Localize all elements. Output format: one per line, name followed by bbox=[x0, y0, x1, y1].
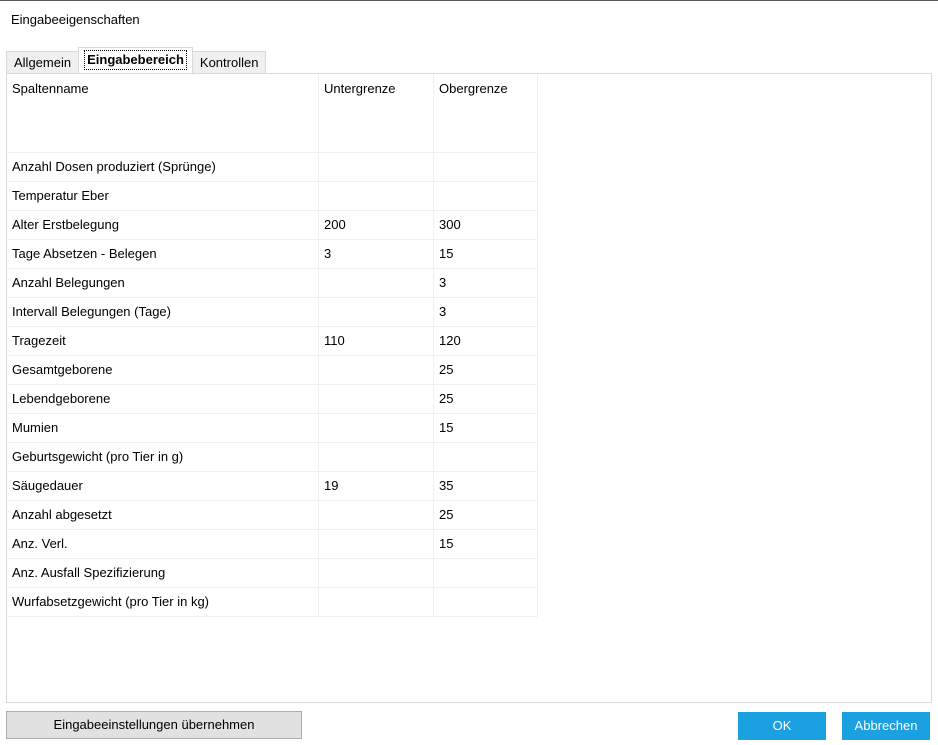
cell-obergrenze[interactable]: 25 bbox=[434, 501, 538, 529]
table-row: Gesamtgeborene 25 bbox=[7, 356, 538, 385]
apply-settings-button[interactable]: Eingabeeinstellungen übernehmen bbox=[6, 711, 302, 739]
cell-untergrenze[interactable]: 19 bbox=[319, 472, 434, 500]
table-header-row: Spaltenname Untergrenze Obergrenze bbox=[7, 74, 538, 153]
cell-spaltenname: Intervall Belegungen (Tage) bbox=[7, 298, 319, 326]
cell-untergrenze[interactable] bbox=[319, 356, 434, 384]
cell-untergrenze[interactable] bbox=[319, 182, 434, 210]
cell-obergrenze[interactable]: 3 bbox=[434, 298, 538, 326]
table-row: Temperatur Eber bbox=[7, 182, 538, 211]
tab-panel-eingabebereich: Spaltenname Untergrenze Obergrenze Anzah… bbox=[6, 73, 932, 703]
table-row: Anzahl Dosen produziert (Sprünge) bbox=[7, 153, 538, 182]
cell-untergrenze[interactable] bbox=[319, 269, 434, 297]
cell-untergrenze[interactable] bbox=[319, 530, 434, 558]
cell-obergrenze[interactable] bbox=[434, 588, 538, 616]
cell-spaltenname: Säugedauer bbox=[7, 472, 319, 500]
table-row: Säugedauer 19 35 bbox=[7, 472, 538, 501]
table-row: Anzahl Belegungen 3 bbox=[7, 269, 538, 298]
dialog-window: Eingabeeigenschaften Allgemein Eingabebe… bbox=[0, 0, 938, 745]
column-header-untergrenze[interactable]: Untergrenze bbox=[319, 74, 434, 152]
table-row: Anzahl abgesetzt 25 bbox=[7, 501, 538, 530]
cell-obergrenze[interactable]: 25 bbox=[434, 385, 538, 413]
cell-obergrenze[interactable]: 15 bbox=[434, 240, 538, 268]
cell-obergrenze[interactable] bbox=[434, 182, 538, 210]
table-row: Tragezeit 110 120 bbox=[7, 327, 538, 356]
tab-bar: Allgemein Eingabebereich Kontrollen bbox=[6, 47, 267, 73]
table-row: Anz. Verl. 15 bbox=[7, 530, 538, 559]
cell-untergrenze[interactable] bbox=[319, 153, 434, 181]
cell-spaltenname: Gesamtgeborene bbox=[7, 356, 319, 384]
table-row: Tage Absetzen - Belegen 3 15 bbox=[7, 240, 538, 269]
table-row: Lebendgeborene 25 bbox=[7, 385, 538, 414]
cell-obergrenze[interactable]: 120 bbox=[434, 327, 538, 355]
cell-untergrenze[interactable]: 110 bbox=[319, 327, 434, 355]
cell-untergrenze[interactable] bbox=[319, 385, 434, 413]
cell-spaltenname: Anzahl Belegungen bbox=[7, 269, 319, 297]
tab-eingabebereich[interactable]: Eingabebereich bbox=[78, 47, 193, 73]
cell-spaltenname: Mumien bbox=[7, 414, 319, 442]
range-table: Spaltenname Untergrenze Obergrenze Anzah… bbox=[7, 74, 538, 617]
cell-spaltenname: Anzahl abgesetzt bbox=[7, 501, 319, 529]
dialog-title: Eingabeeigenschaften bbox=[11, 12, 140, 27]
cell-untergrenze[interactable]: 3 bbox=[319, 240, 434, 268]
cell-obergrenze[interactable] bbox=[434, 443, 538, 471]
cell-untergrenze[interactable] bbox=[319, 501, 434, 529]
cell-obergrenze[interactable] bbox=[434, 559, 538, 587]
tab-label: Eingabebereich bbox=[84, 50, 187, 70]
cell-obergrenze[interactable] bbox=[434, 153, 538, 181]
cell-spaltenname: Alter Erstbelegung bbox=[7, 211, 319, 239]
cell-untergrenze[interactable] bbox=[319, 414, 434, 442]
cell-spaltenname: Anz. Ausfall Spezifizierung bbox=[7, 559, 319, 587]
tab-allgemein[interactable]: Allgemein bbox=[6, 51, 80, 73]
cell-spaltenname: Anzahl Dosen produziert (Sprünge) bbox=[7, 153, 319, 181]
table-row: Mumien 15 bbox=[7, 414, 538, 443]
cell-spaltenname: Anz. Verl. bbox=[7, 530, 319, 558]
table-row: Wurfabsetzgewicht (pro Tier in kg) bbox=[7, 588, 538, 617]
table-row: Anz. Ausfall Spezifizierung bbox=[7, 559, 538, 588]
cell-obergrenze[interactable]: 35 bbox=[434, 472, 538, 500]
cancel-button[interactable]: Abbrechen bbox=[842, 712, 930, 740]
cell-spaltenname: Temperatur Eber bbox=[7, 182, 319, 210]
cell-untergrenze[interactable] bbox=[319, 588, 434, 616]
tab-label: Allgemein bbox=[14, 55, 72, 70]
cell-untergrenze[interactable]: 200 bbox=[319, 211, 434, 239]
cell-obergrenze[interactable]: 300 bbox=[434, 211, 538, 239]
column-header-spaltenname[interactable]: Spaltenname bbox=[7, 74, 319, 152]
table-row: Alter Erstbelegung 200 300 bbox=[7, 211, 538, 240]
table-body: Anzahl Dosen produziert (Sprünge) Tempera… bbox=[7, 153, 538, 617]
column-header-obergrenze[interactable]: Obergrenze bbox=[434, 74, 538, 152]
cell-obergrenze[interactable]: 3 bbox=[434, 269, 538, 297]
cell-untergrenze[interactable] bbox=[319, 298, 434, 326]
cell-untergrenze[interactable] bbox=[319, 559, 434, 587]
cell-spaltenname: Tage Absetzen - Belegen bbox=[7, 240, 319, 268]
cell-obergrenze[interactable]: 15 bbox=[434, 530, 538, 558]
table-row: Intervall Belegungen (Tage) 3 bbox=[7, 298, 538, 327]
tab-label: Kontrollen bbox=[199, 55, 259, 70]
cell-spaltenname: Geburtsgewicht (pro Tier in g) bbox=[7, 443, 319, 471]
table-row: Geburtsgewicht (pro Tier in g) bbox=[7, 443, 538, 472]
cell-spaltenname: Lebendgeborene bbox=[7, 385, 319, 413]
cell-spaltenname: Wurfabsetzgewicht (pro Tier in kg) bbox=[7, 588, 319, 616]
cell-obergrenze[interactable]: 25 bbox=[434, 356, 538, 384]
tab-kontrollen[interactable]: Kontrollen bbox=[191, 51, 267, 73]
cell-spaltenname: Tragezeit bbox=[7, 327, 319, 355]
ok-button[interactable]: OK bbox=[738, 712, 826, 740]
cell-untergrenze[interactable] bbox=[319, 443, 434, 471]
cell-obergrenze[interactable]: 15 bbox=[434, 414, 538, 442]
